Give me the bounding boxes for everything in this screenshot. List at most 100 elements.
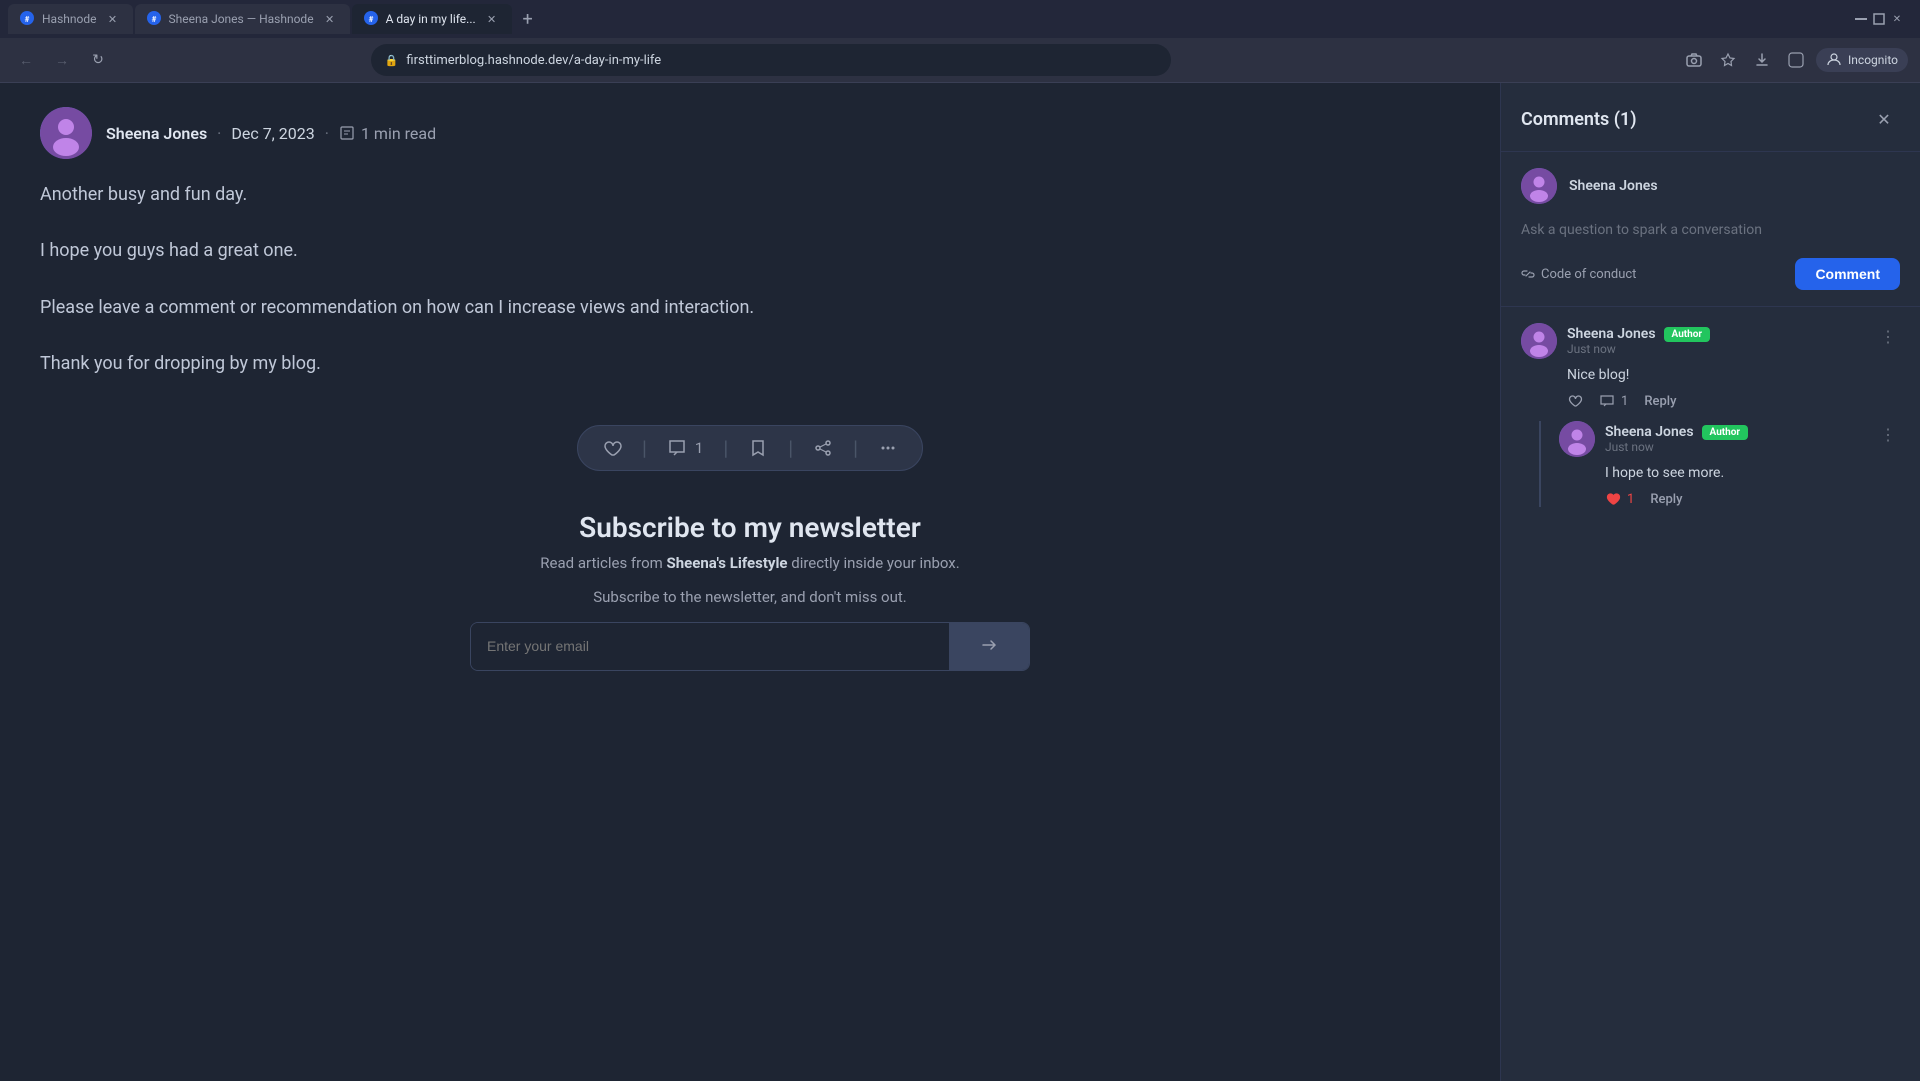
comment-input-username: Sheena Jones <box>1569 178 1658 194</box>
minimize-button[interactable] <box>1854 12 1868 26</box>
action-bar: | 1 | | | <box>0 405 1500 491</box>
camera-icon[interactable] <box>1680 46 1708 74</box>
reply-1-user-details: Sheena Jones Author Just now <box>1605 424 1748 454</box>
bookmark-button[interactable] <box>748 438 768 458</box>
comment-1-text: Nice blog! <box>1521 367 1900 383</box>
heart-filled-icon <box>1605 491 1621 507</box>
close-comments-button[interactable]: ✕ <box>1868 103 1900 135</box>
share-icon <box>813 438 833 458</box>
comment-1-author-badge: Author <box>1664 327 1711 342</box>
reply-1-time: Just now <box>1605 440 1748 454</box>
browser-tab-2[interactable]: # Sheena Jones — Hashnode ✕ <box>135 4 350 34</box>
comment-1-author-name: Sheena Jones <box>1567 326 1656 342</box>
reply-item-1: Sheena Jones Author Just now ⋮ I hope to… <box>1559 421 1900 507</box>
profile-icon[interactable] <box>1782 46 1810 74</box>
tab-2-close[interactable]: ✕ <box>322 11 338 27</box>
read-time-text: 1 min read <box>361 124 436 143</box>
tab-1-label: Hashnode <box>42 12 97 26</box>
lock-icon: 🔒 <box>385 54 399 67</box>
comment-input-avatar <box>1521 168 1557 204</box>
comment-1-reply-button[interactable]: Reply <box>1644 394 1676 409</box>
article-paragraph-3: Please leave a comment or recommendation… <box>40 292 1460 324</box>
bookmark-star-icon[interactable] <box>1714 46 1742 74</box>
tab-3-close[interactable]: ✕ <box>484 11 500 27</box>
back-button[interactable]: ← <box>12 46 40 74</box>
tab-1-close[interactable]: ✕ <box>105 11 121 27</box>
newsletter-email-input[interactable] <box>471 623 949 670</box>
article-meta: Sheena Jones · Dec 7, 2023 · 1 min read <box>106 124 436 143</box>
main-layout: Sheena Jones · Dec 7, 2023 · 1 min read … <box>0 83 1920 1081</box>
author-avatar <box>40 107 92 159</box>
meta-divider-2: · <box>325 124 329 143</box>
address-bar[interactable]: 🔒 firsttimerblog.hashnode.dev/a-day-in-m… <box>371 44 1171 76</box>
reply-1-user-info: Sheena Jones Author Just now <box>1559 421 1748 457</box>
comment-1-header: Sheena Jones Author Just now ⋮ <box>1521 323 1900 359</box>
code-of-conduct-link[interactable]: Code of conduct <box>1521 267 1636 282</box>
share-button[interactable] <box>813 438 833 458</box>
maximize-button[interactable] <box>1872 12 1886 26</box>
reply-1-avatar <box>1559 421 1595 457</box>
comment-1-more-button[interactable]: ⋮ <box>1876 323 1900 350</box>
svg-text:#: # <box>25 15 30 24</box>
tab-3-label: A day in my life... <box>386 12 476 26</box>
article-paragraph-2: I hope you guys had a great one. <box>40 235 1460 267</box>
browser-tab-3[interactable]: # A day in my life... ✕ <box>352 4 512 34</box>
close-window-button[interactable]: ✕ <box>1890 12 1904 26</box>
forward-button[interactable]: → <box>48 46 76 74</box>
action-pill: | 1 | | | <box>577 425 923 471</box>
action-divider-1: | <box>642 436 647 460</box>
comment-1-time: Just now <box>1567 342 1710 356</box>
download-icon[interactable] <box>1748 46 1776 74</box>
browser-tab-1[interactable]: # Hashnode ✕ <box>8 4 133 34</box>
reply-1-author-name: Sheena Jones <box>1605 424 1694 440</box>
newsletter-section: Subscribe to my newsletter Read articles… <box>0 491 1500 691</box>
newsletter-input-row <box>470 622 1030 671</box>
article-content: Another busy and fun day. I hope you guy… <box>0 179 1500 405</box>
submit-comment-button[interactable]: Comment <box>1795 258 1900 290</box>
hashnode-favicon-1: # <box>20 11 34 28</box>
article-read-time: 1 min read <box>339 124 436 143</box>
comment-1-replies-button[interactable]: 1 <box>1599 393 1628 409</box>
newsletter-subscribe-button[interactable] <box>949 623 1029 670</box>
link-icon <box>1521 267 1535 281</box>
action-divider-3: | <box>788 436 793 460</box>
incognito-label: Incognito <box>1848 53 1898 67</box>
comment-1-reactions: 1 Reply <box>1521 393 1900 409</box>
comment-actions-row: Code of conduct Comment <box>1521 258 1900 290</box>
comment-button[interactable]: 1 <box>667 438 703 458</box>
comment-1-user-details: Sheena Jones Author Just now <box>1567 326 1710 356</box>
article-date: Dec 7, 2023 <box>231 124 314 143</box>
comments-header: Comments (1) ✕ <box>1501 83 1920 152</box>
tab-bar: # Hashnode ✕ # Sheena Jones — Hashnode ✕… <box>0 0 1920 38</box>
toolbar-icons: Incognito <box>1680 46 1908 74</box>
more-options-button[interactable] <box>878 438 898 458</box>
comment-1-reply-count: 1 <box>1621 394 1628 409</box>
like-button[interactable] <box>602 438 622 458</box>
comment-1-user-info: Sheena Jones Author Just now <box>1521 323 1710 359</box>
newsletter-blog-name: Sheena's Lifestyle <box>667 554 788 572</box>
comments-list: Sheena Jones Author Just now ⋮ Nice blog… <box>1501 307 1920 1081</box>
reply-1-more-button[interactable]: ⋮ <box>1876 421 1900 448</box>
reply-1-reactions: 1 Reply <box>1559 491 1900 507</box>
comment-text-input[interactable]: Ask a question to spark a conversation <box>1521 214 1900 246</box>
article-author-name: Sheena Jones <box>106 124 207 143</box>
new-tab-button[interactable]: + <box>514 5 542 33</box>
heart-icon <box>602 438 622 458</box>
code-of-conduct-text: Code of conduct <box>1541 267 1636 282</box>
reload-button[interactable]: ↻ <box>84 46 112 74</box>
comment-count: 1 <box>695 439 703 457</box>
action-divider-2: | <box>723 436 728 460</box>
comment-1-like-button[interactable] <box>1567 393 1583 409</box>
comment-input-area: Sheena Jones Ask a question to spark a c… <box>1501 152 1920 307</box>
window-controls: ✕ <box>1854 12 1912 26</box>
newsletter-description-2: Subscribe to the newsletter, and don't m… <box>40 588 1460 606</box>
reply-1-reply-button[interactable]: Reply <box>1650 492 1682 507</box>
newsletter-desc-pre: Read articles from <box>540 554 666 572</box>
ellipsis-icon <box>878 438 898 458</box>
address-bar-row: ← → ↻ 🔒 firsttimerblog.hashnode.dev/a-da… <box>0 38 1920 82</box>
article-paragraph-1: Another busy and fun day. <box>40 179 1460 211</box>
reply-thread-1: Sheena Jones Author Just now ⋮ I hope to… <box>1539 421 1900 507</box>
svg-text:#: # <box>151 15 156 24</box>
article-paragraph-4: Thank you for dropping by my blog. <box>40 348 1460 380</box>
reply-1-like-button[interactable]: 1 <box>1605 491 1634 507</box>
